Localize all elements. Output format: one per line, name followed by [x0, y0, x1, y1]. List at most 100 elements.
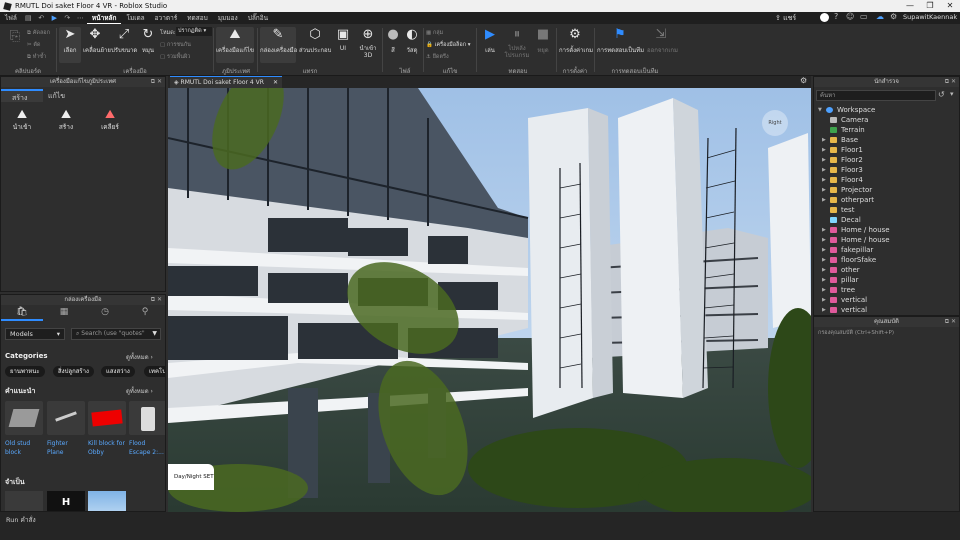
- tree-item[interactable]: ▶ fakepillar: [822, 245, 873, 255]
- gear-icon[interactable]: ⚙: [890, 12, 897, 21]
- chevron-right-icon[interactable]: ▶: [822, 167, 830, 173]
- tree-item[interactable]: ▶ Base: [822, 135, 858, 145]
- daynight-button[interactable]: Day/Night SET: [168, 464, 214, 490]
- duplicate-button[interactable]: ⧉ ทำซ้ำ: [27, 53, 46, 61]
- tab-inventory[interactable]: ▦: [43, 307, 85, 321]
- tab-create[interactable]: สร้าง: [1, 89, 43, 102]
- scale-button[interactable]: ⤢ ปรับขนาด: [111, 27, 137, 55]
- chevron-right-icon[interactable]: ▶: [822, 257, 830, 263]
- chevron-right-icon[interactable]: ▶: [822, 187, 830, 193]
- cut-button[interactable]: ✂ ตัด: [27, 41, 41, 49]
- chevron-right-icon[interactable]: ▶: [822, 137, 830, 143]
- chevron-right-icon[interactable]: ▶: [822, 197, 830, 203]
- tree-item[interactable]: ▶ floorSfake: [822, 255, 876, 265]
- tab-test[interactable]: ทดสอบ: [182, 13, 213, 23]
- chevron-right-icon[interactable]: ▶: [822, 247, 830, 253]
- maximize-button[interactable]: ❐: [920, 0, 940, 12]
- copy-button[interactable]: ⧉ คัดลอก: [27, 29, 50, 37]
- tab-plugins[interactable]: ปลั๊กอิน: [243, 13, 273, 23]
- tree-item[interactable]: ▶ other: [822, 265, 860, 275]
- asset-card[interactable]: Flood Escape 2:...: [129, 401, 165, 457]
- tree-item[interactable]: ▶ Home / house: [822, 235, 890, 245]
- emoji-icon[interactable]: ☺: [846, 12, 854, 21]
- tree-item[interactable]: ▶ otherpart: [822, 195, 874, 205]
- chevron-down-icon[interactable]: ▼: [818, 107, 826, 113]
- tree-item[interactable]: Decal: [822, 215, 861, 225]
- close-window-button[interactable]: ✕: [940, 0, 960, 12]
- tree-item[interactable]: ▶ Floor3: [822, 165, 863, 175]
- redo-icon[interactable]: ↷: [63, 14, 72, 22]
- mode-select[interactable]: ปรากฏติด ▾: [176, 27, 212, 36]
- chevron-right-icon[interactable]: ▶: [822, 237, 830, 243]
- move-button[interactable]: ✥ เคลื่อนย้าย: [83, 27, 111, 55]
- terrain-clear-tool[interactable]: ⛰ เคลียร์: [93, 107, 127, 132]
- minimize-button[interactable]: —: [900, 0, 920, 12]
- view-cube[interactable]: Right: [762, 110, 788, 136]
- tree-item[interactable]: ▶ Floor1: [822, 145, 863, 155]
- chevron-right-icon[interactable]: ▶: [822, 157, 830, 163]
- chevron-down-icon[interactable]: ▾: [950, 90, 954, 98]
- game-settings-button[interactable]: ⚙ การตั้งค่าเกม: [559, 27, 593, 55]
- tree-item[interactable]: ▶ vertical: [822, 295, 867, 305]
- material-button[interactable]: ◐ วัสดุ: [403, 27, 421, 55]
- command-bar[interactable]: Run คำสั่ง: [6, 515, 36, 525]
- panel-close-icon[interactable]: ⧉ ✕: [151, 77, 162, 87]
- tree-item-workspace[interactable]: ▼ Workspace: [818, 105, 875, 115]
- see-all-categories[interactable]: ดูทั้งหมด ›: [126, 352, 153, 362]
- tree-item[interactable]: ▶ Home / house: [822, 225, 890, 235]
- play-quick-icon[interactable]: ▶: [50, 14, 59, 22]
- document-tab[interactable]: ◈ RMUTL Doi saket Floor 4 VR ✕: [170, 76, 282, 88]
- rotate-button[interactable]: ↻ หมุน: [139, 27, 157, 55]
- asset-card[interactable]: Old stud block: [5, 401, 43, 457]
- stop-button[interactable]: ■ หยุด: [534, 27, 552, 55]
- history-icon[interactable]: ↺: [938, 90, 945, 99]
- essential-card[interactable]: [5, 491, 43, 511]
- toolbox-button[interactable]: ✎ กล่องเครื่องมือ: [260, 27, 297, 63]
- username[interactable]: SupawitKaennak: [903, 13, 957, 21]
- avatar[interactable]: [820, 13, 829, 22]
- chip-buildings[interactable]: สิ่งปลูกสร้าง: [53, 366, 94, 377]
- toolbox-search-input[interactable]: ⌕ Search (use "quotes" ▼: [71, 328, 161, 340]
- terrain-import-tool[interactable]: ⛰ นำเข้า: [5, 107, 39, 132]
- save-icon[interactable]: ▤: [24, 14, 33, 22]
- tree-item[interactable]: ▶ vertical: [822, 305, 867, 315]
- part-button[interactable]: ⬡ ส่วนประกอบ: [299, 27, 331, 55]
- 3d-viewport[interactable]: Right Day/Night SET: [168, 88, 811, 512]
- chip-lighting[interactable]: แสงสว่าง: [101, 366, 135, 377]
- tree-item[interactable]: ▶ pillar: [822, 275, 858, 285]
- anchor-button[interactable]: ⚓ ยึดตรึง: [426, 53, 449, 61]
- chip-vehicles[interactable]: ยานพาหนะ: [5, 366, 45, 377]
- chevron-right-icon[interactable]: ▶: [822, 277, 830, 283]
- panel-close-icon[interactable]: ⧉ ✕: [945, 77, 956, 87]
- close-tab-button[interactable]: ✕: [273, 77, 278, 88]
- group-button[interactable]: ▦ กลุ่ม: [426, 29, 443, 37]
- tab-marketplace[interactable]: 🛍: [1, 307, 43, 321]
- import3d-button[interactable]: ⊕ นำเข้า 3D: [356, 27, 380, 59]
- tab-home[interactable]: หน้าหลัก: [86, 13, 122, 24]
- chevron-right-icon[interactable]: ▶: [822, 227, 830, 233]
- collide-toggle[interactable]: ▢ การชนกัน: [160, 41, 191, 49]
- tab-model[interactable]: โมเดล: [121, 13, 149, 23]
- help-icon[interactable]: ?: [834, 12, 838, 21]
- paste-button[interactable]: ⎘: [4, 29, 26, 45]
- exit-game-button[interactable]: ⇲ ออกจากเกม: [647, 27, 678, 55]
- filter-icon[interactable]: ▼: [152, 329, 157, 339]
- see-all-recommended[interactable]: ดูทั้งหมด ›: [126, 386, 153, 396]
- cloud-icon[interactable]: ☁: [876, 12, 884, 21]
- terrain-generate-tool[interactable]: ⛰ สร้าง: [49, 107, 83, 132]
- chevron-right-icon[interactable]: ▶: [822, 177, 830, 183]
- play-button[interactable]: ▶ เล่น: [480, 27, 500, 55]
- tree-item[interactable]: test: [822, 205, 854, 215]
- team-test-button[interactable]: ⚑ การทดสอบเป็นทีม: [597, 27, 644, 55]
- lock-tools-button[interactable]: 🔒 เครื่องมือล็อก ▾: [426, 41, 471, 49]
- chevron-right-icon[interactable]: ▶: [822, 307, 830, 313]
- tab-edit[interactable]: แก้ไข: [43, 89, 85, 102]
- panel-close-icon[interactable]: ⧉ ✕: [151, 295, 162, 305]
- tab-recent[interactable]: ◷: [85, 307, 125, 321]
- file-menu[interactable]: ไฟล์: [0, 13, 22, 23]
- asset-card[interactable]: Fighter Plane: [47, 401, 85, 457]
- chevron-right-icon[interactable]: ▶: [822, 267, 830, 273]
- color-button[interactable]: ● สี: [385, 27, 401, 55]
- essential-card-sky[interactable]: [88, 491, 126, 511]
- category-dropdown[interactable]: Models ▾: [5, 328, 65, 340]
